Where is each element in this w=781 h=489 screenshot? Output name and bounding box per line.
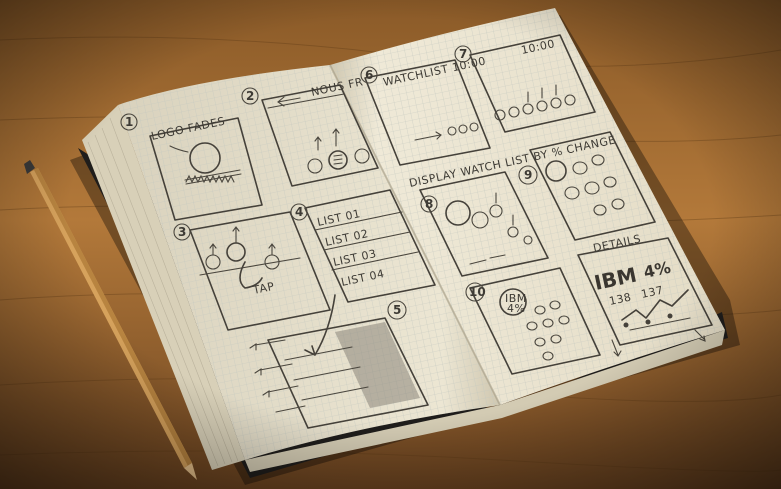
frame-3-number: 3 <box>178 225 186 239</box>
frame-10-badge-pct: 4% <box>507 302 525 315</box>
frame-4-number: 4 <box>295 205 303 219</box>
sketchbook-photo: 1 LOGO FADES 2 NOUS FR 3 TAP 4 LIST 01 L… <box>0 0 781 489</box>
frame-1-number: 1 <box>125 115 133 129</box>
frame-6-number: 6 <box>365 68 373 82</box>
frame-10-number: 10 <box>469 285 486 299</box>
frame-9-number: 9 <box>524 168 532 182</box>
frame-2-number: 2 <box>246 89 254 103</box>
frame-7-number: 7 <box>459 47 467 61</box>
frame-8-number: 8 <box>425 197 433 211</box>
frame-5-number: 5 <box>393 303 401 317</box>
